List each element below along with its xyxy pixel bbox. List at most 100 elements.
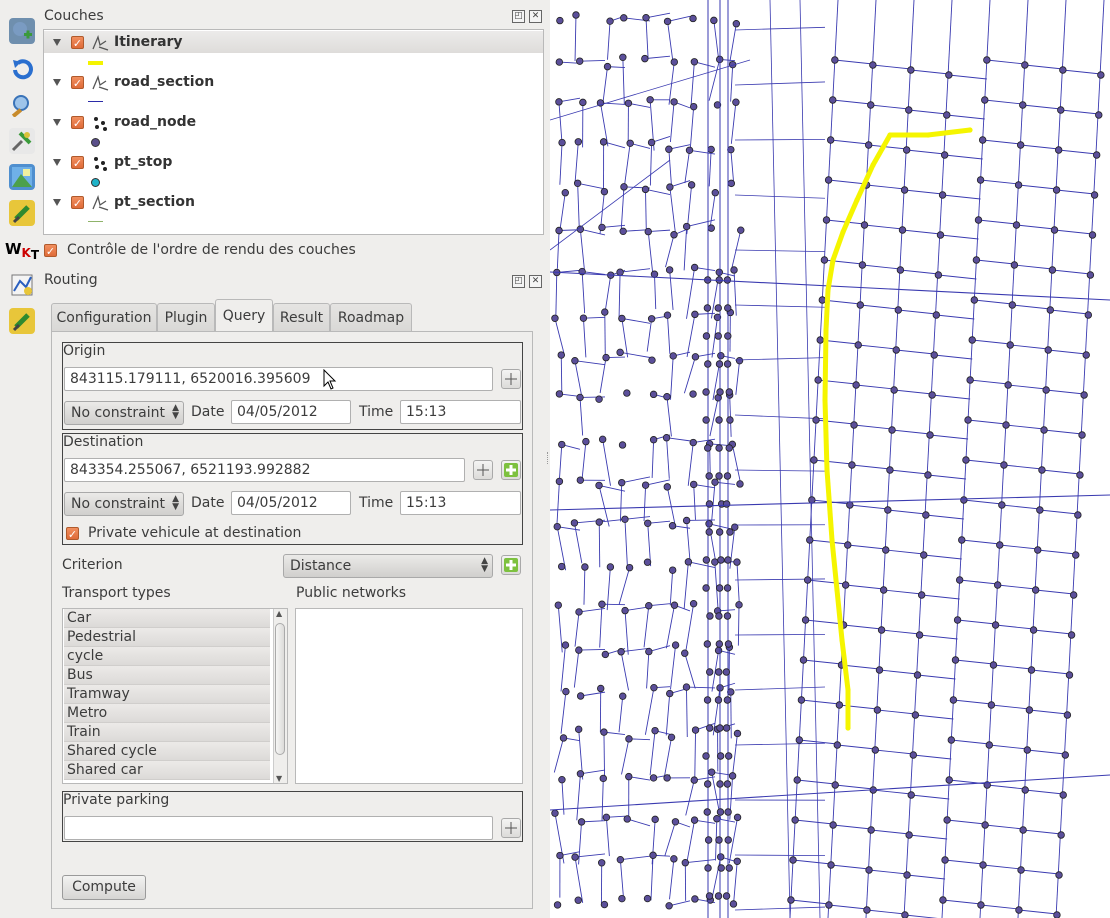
compute-button[interactable]: Compute xyxy=(62,875,146,900)
road-node xyxy=(715,612,723,620)
raster-icon[interactable] xyxy=(9,164,35,190)
public-networks-list[interactable] xyxy=(295,608,523,784)
scroll-up-icon[interactable]: ▲ xyxy=(276,609,282,618)
map-canvas[interactable] xyxy=(550,0,1110,918)
plugin-tools-icon[interactable] xyxy=(9,128,35,154)
tab-roadmap[interactable]: Roadmap xyxy=(330,303,412,331)
road-node xyxy=(991,621,1000,629)
transport-scrollbar[interactable]: ▲ ▼ xyxy=(273,609,287,783)
layer-item-pt-stop[interactable]: ✓ pt_stop xyxy=(44,151,543,173)
list-item[interactable]: cycle xyxy=(64,647,270,666)
road-segment xyxy=(795,819,834,825)
close-panel-button[interactable]: ✕ xyxy=(529,10,542,23)
list-item[interactable]: Car xyxy=(64,609,270,628)
origin-constraint-select[interactable]: No constraint ▲ ▼ xyxy=(64,401,184,425)
tab-query[interactable]: Query xyxy=(215,299,273,332)
destination-coords-field[interactable]: 843354.255067, 6521193.992882 xyxy=(64,458,465,482)
plugin-icon[interactable] xyxy=(9,200,35,226)
expand-icon[interactable] xyxy=(53,118,61,126)
road-node xyxy=(1029,626,1038,634)
road-node xyxy=(735,601,743,609)
destination-constraint-select[interactable]: No constraint ▲ ▼ xyxy=(64,492,184,516)
road-segment xyxy=(803,659,842,665)
add-criterion-button[interactable] xyxy=(501,555,521,575)
list-item[interactable]: Metro xyxy=(64,704,270,723)
scroll-thumb[interactable] xyxy=(275,623,285,755)
float-panel-button[interactable]: ◰ xyxy=(512,275,525,288)
add-step-button[interactable] xyxy=(501,460,521,480)
road-node xyxy=(791,816,799,824)
layer-item-road-section[interactable]: ✓ road_section xyxy=(44,71,543,93)
pick-parking-button[interactable] xyxy=(501,818,521,838)
expand-icon[interactable] xyxy=(53,38,61,46)
float-panel-button[interactable]: ◰ xyxy=(512,10,525,23)
tab-result[interactable]: Result xyxy=(273,303,330,331)
road-segment xyxy=(579,229,586,274)
road-node xyxy=(858,261,867,269)
map-svg[interactable] xyxy=(550,0,1110,918)
list-item[interactable]: Tramway xyxy=(64,685,270,704)
pick-origin-button[interactable] xyxy=(501,369,521,389)
road-segment xyxy=(833,824,872,830)
private-vehicle-checkbox[interactable]: ✓ xyxy=(66,527,79,541)
road-node xyxy=(1078,431,1086,439)
expand-icon[interactable] xyxy=(53,158,61,166)
origin-date-field[interactable]: 04/05/2012 xyxy=(231,400,351,424)
road-node xyxy=(573,179,582,187)
expand-icon[interactable] xyxy=(53,78,61,86)
road-segment xyxy=(670,355,674,400)
road-segment xyxy=(690,61,695,109)
routing-plugin-icon[interactable] xyxy=(9,308,35,334)
road-node xyxy=(645,602,653,610)
close-panel-button[interactable]: ✕ xyxy=(529,275,542,288)
list-item[interactable]: Train xyxy=(64,723,270,742)
road-segment xyxy=(940,234,979,240)
transport-types-label: Transport types xyxy=(62,585,171,601)
itinerary-vertex xyxy=(839,637,845,643)
road-segment xyxy=(887,509,926,515)
add-layer-icon[interactable] xyxy=(9,18,35,44)
refresh-icon[interactable] xyxy=(9,56,35,82)
zoom-icon[interactable] xyxy=(9,92,35,118)
tab-configuration[interactable]: Configuration xyxy=(51,303,157,331)
digitize-icon[interactable] xyxy=(9,272,35,298)
destination-date-field[interactable]: 04/05/2012 xyxy=(231,491,351,515)
list-item[interactable]: Shared car xyxy=(64,761,270,780)
itinerary-segment xyxy=(840,198,860,234)
tab-plugin[interactable]: Plugin xyxy=(157,303,215,331)
layer-visibility-checkbox[interactable]: ✓ xyxy=(71,195,84,210)
road-node xyxy=(595,518,603,526)
list-item[interactable]: Bus xyxy=(64,666,270,685)
render-order-checkbox[interactable]: ✓ xyxy=(44,244,57,258)
layer-visibility-checkbox[interactable]: ✓ xyxy=(71,75,84,90)
road-segment xyxy=(885,549,924,555)
pick-destination-button[interactable] xyxy=(473,460,493,480)
itinerary-segment xyxy=(823,289,831,331)
destination-time-field[interactable]: 15:13 xyxy=(400,491,521,515)
origin-coords-field[interactable]: 843115.179111, 6520016.395609 xyxy=(64,367,493,391)
layer-visibility-checkbox[interactable]: ✓ xyxy=(71,35,84,50)
scroll-down-icon[interactable]: ▼ xyxy=(276,774,282,783)
private-parking-field[interactable] xyxy=(64,816,493,840)
road-node xyxy=(690,263,699,272)
wkt-icon[interactable]: WKT xyxy=(5,236,39,262)
origin-time-field[interactable]: 15:13 xyxy=(400,400,521,424)
road-node xyxy=(801,616,810,624)
itinerary-vertex xyxy=(829,537,835,543)
road-node xyxy=(716,808,725,816)
layer-item-itinerary[interactable]: ✓ Itinerary xyxy=(44,31,543,53)
road-segment xyxy=(909,834,948,840)
list-item[interactable]: Shared cycle xyxy=(64,742,270,761)
layer-item-pt-section[interactable]: ✓ pt_section xyxy=(44,191,543,213)
routing-panel-title: Routing xyxy=(44,272,98,288)
layer-visibility-checkbox[interactable]: ✓ xyxy=(71,155,84,170)
layer-visibility-checkbox[interactable]: ✓ xyxy=(71,115,84,130)
expand-icon[interactable] xyxy=(53,198,61,206)
road-section-symbol xyxy=(88,101,103,102)
road-segment xyxy=(976,259,1015,265)
list-item[interactable]: Pedestrial xyxy=(64,628,270,647)
road-segment xyxy=(769,0,791,918)
criterion-select[interactable]: Distance ▲ ▼ xyxy=(283,554,493,578)
road-segment xyxy=(647,231,654,277)
layer-item-road-node[interactable]: ✓ road_node xyxy=(44,111,543,133)
